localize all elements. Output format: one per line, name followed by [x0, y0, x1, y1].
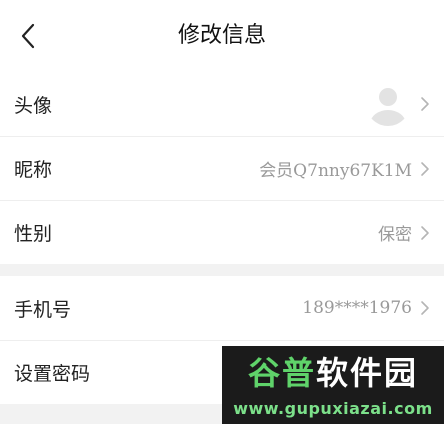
watermark: 谷普软件园 www.gupuxiazai.com [222, 346, 444, 424]
nickname-label: 昵称 [14, 159, 53, 181]
phone-value: 189****1976 [302, 298, 412, 318]
avatar-label: 头像 [14, 94, 53, 117]
set-password-label: 设置密码 [14, 363, 91, 385]
nickname-row[interactable]: 昵称 会员Q7nny67K1M [0, 136, 444, 200]
nickname-row-right: 会员Q7nny67K1M [259, 156, 430, 181]
phone-row[interactable]: 手机号 189****1976 [0, 276, 444, 340]
nickname-value: 会员Q7nny67K1M [259, 161, 412, 181]
chevron-right-icon [421, 161, 429, 176]
default-user-avatar-icon [370, 88, 406, 126]
watermark-title-green: 谷普 [247, 354, 316, 392]
phone-label: 手机号 [14, 298, 72, 321]
chevron-right-icon [421, 97, 429, 111]
avatar-row-right [366, 82, 430, 126]
gender-row[interactable]: 性别 保密 [0, 200, 444, 264]
top-bar: 修改信息 [0, 0, 444, 72]
chevron-right-icon [421, 301, 429, 315]
avatar-row[interactable]: 头像 [0, 72, 444, 136]
gender-value: 保密 [378, 225, 412, 245]
chevron-right-icon [421, 225, 429, 240]
phone-row-right: 189****1976 [302, 298, 430, 318]
chevron-left-icon [21, 23, 35, 49]
page-title: 修改信息 [177, 23, 266, 48]
profile-group: 头像 昵称 会员Q7nny67K1M 性别 保密 [0, 72, 444, 264]
watermark-url: www.gupuxiazai.com [233, 399, 433, 418]
back-button[interactable] [12, 20, 44, 52]
watermark-title: 谷普软件园 [222, 350, 444, 396]
avatar[interactable] [366, 82, 410, 126]
gender-row-right: 保密 [378, 220, 430, 245]
watermark-title-white: 软件园 [316, 354, 419, 392]
gender-label: 性别 [14, 223, 53, 245]
